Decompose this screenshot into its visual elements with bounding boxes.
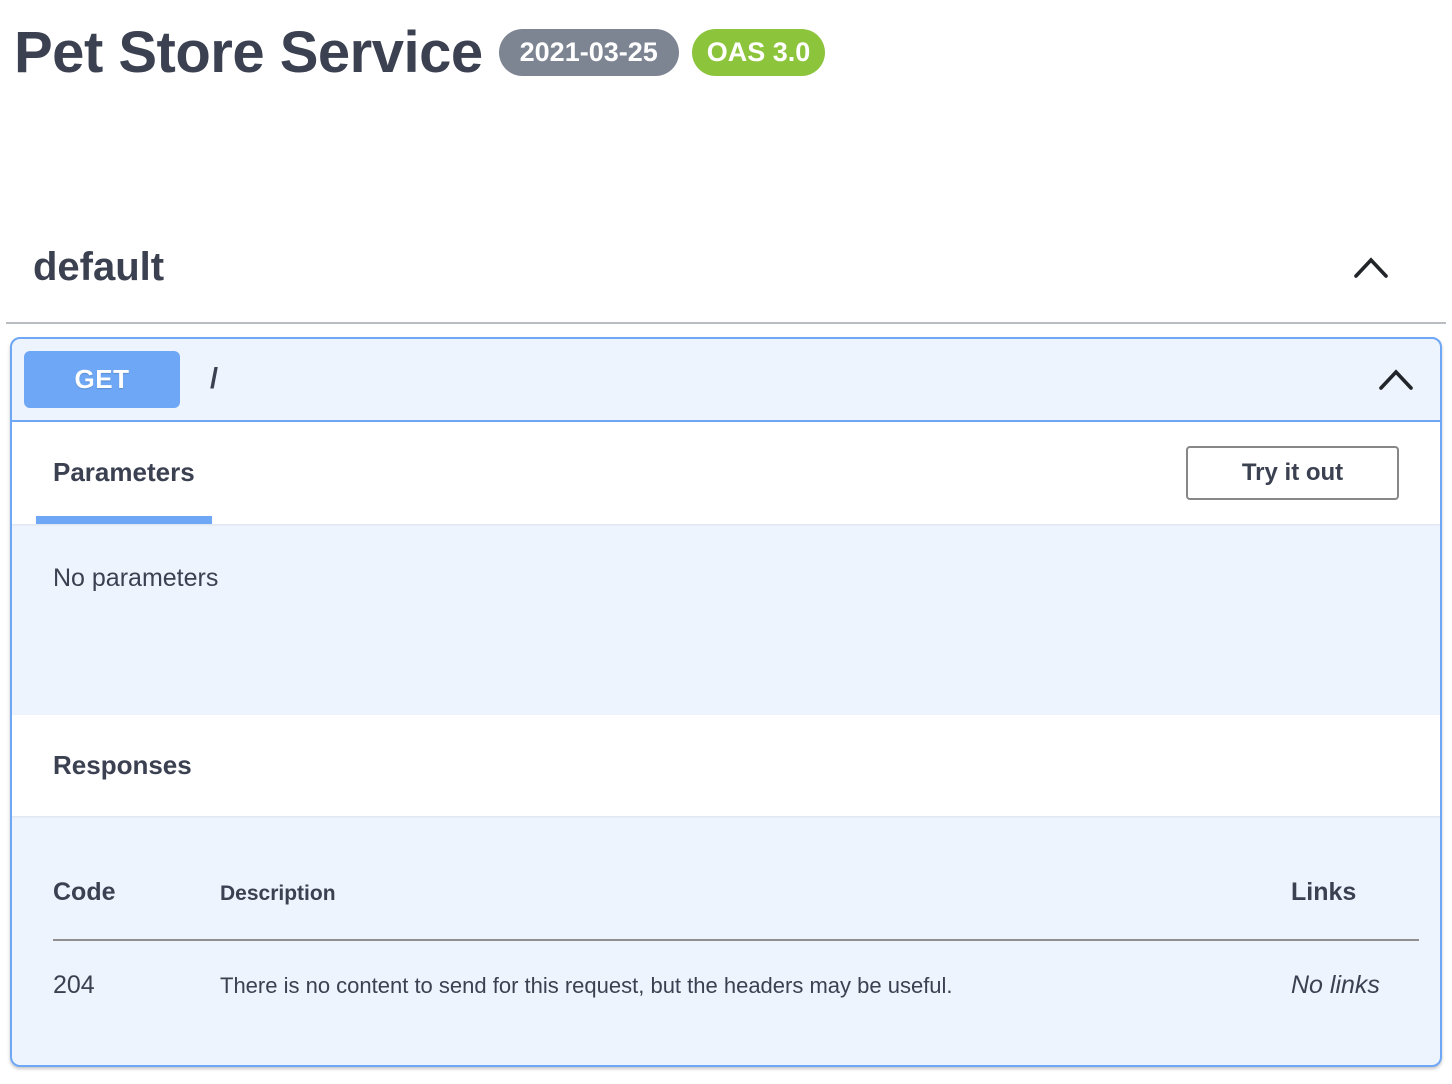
tag-divider <box>6 322 1446 324</box>
operation-collapse-button[interactable] <box>1378 366 1414 392</box>
column-header-code: Code <box>53 878 220 907</box>
tag-section-header[interactable]: default <box>0 245 1452 290</box>
parameters-header: Parameters Try it out <box>12 422 1440 524</box>
tab-parameters[interactable]: Parameters <box>36 422 212 524</box>
chevron-up-icon <box>1352 268 1390 283</box>
parameters-body: No parameters <box>12 524 1440 715</box>
badges: 2021-03-25 OAS 3.0 <box>499 29 826 76</box>
oas-version-badge: OAS 3.0 <box>692 29 826 76</box>
tag-title: default <box>33 245 164 290</box>
page-title: Pet Store Service <box>14 20 483 87</box>
try-it-out-button[interactable]: Try it out <box>1186 446 1399 500</box>
http-method-button[interactable]: GET <box>24 351 180 408</box>
response-description: There is no content to send for this req… <box>220 972 1291 1001</box>
responses-table-header: Code Description Links <box>53 816 1419 907</box>
responses-header: Responses <box>12 715 1440 816</box>
responses-title: Responses <box>53 750 192 781</box>
tag-collapse-button[interactable] <box>1352 254 1390 280</box>
column-header-links: Links <box>1291 878 1419 907</box>
operation-summary[interactable]: GET / <box>12 339 1440 422</box>
operation-block-get: GET / Parameters Try it out No parameter… <box>10 337 1442 1067</box>
api-info-header: Pet Store Service 2021-03-25 OAS 3.0 <box>0 0 1452 87</box>
responses-body: Code Description Links 204 There is no c… <box>12 816 1440 1065</box>
response-code: 204 <box>53 971 220 1000</box>
version-badge: 2021-03-25 <box>499 29 679 76</box>
no-parameters-text: No parameters <box>53 564 218 592</box>
swagger-page: Pet Store Service 2021-03-25 OAS 3.0 def… <box>0 0 1452 1067</box>
column-header-description: Description <box>220 882 1291 906</box>
chevron-up-icon <box>1378 380 1414 395</box>
operation-path: / <box>210 363 218 396</box>
table-row: 204 There is no content to send for this… <box>53 941 1419 1001</box>
response-links: No links <box>1291 971 1419 1000</box>
